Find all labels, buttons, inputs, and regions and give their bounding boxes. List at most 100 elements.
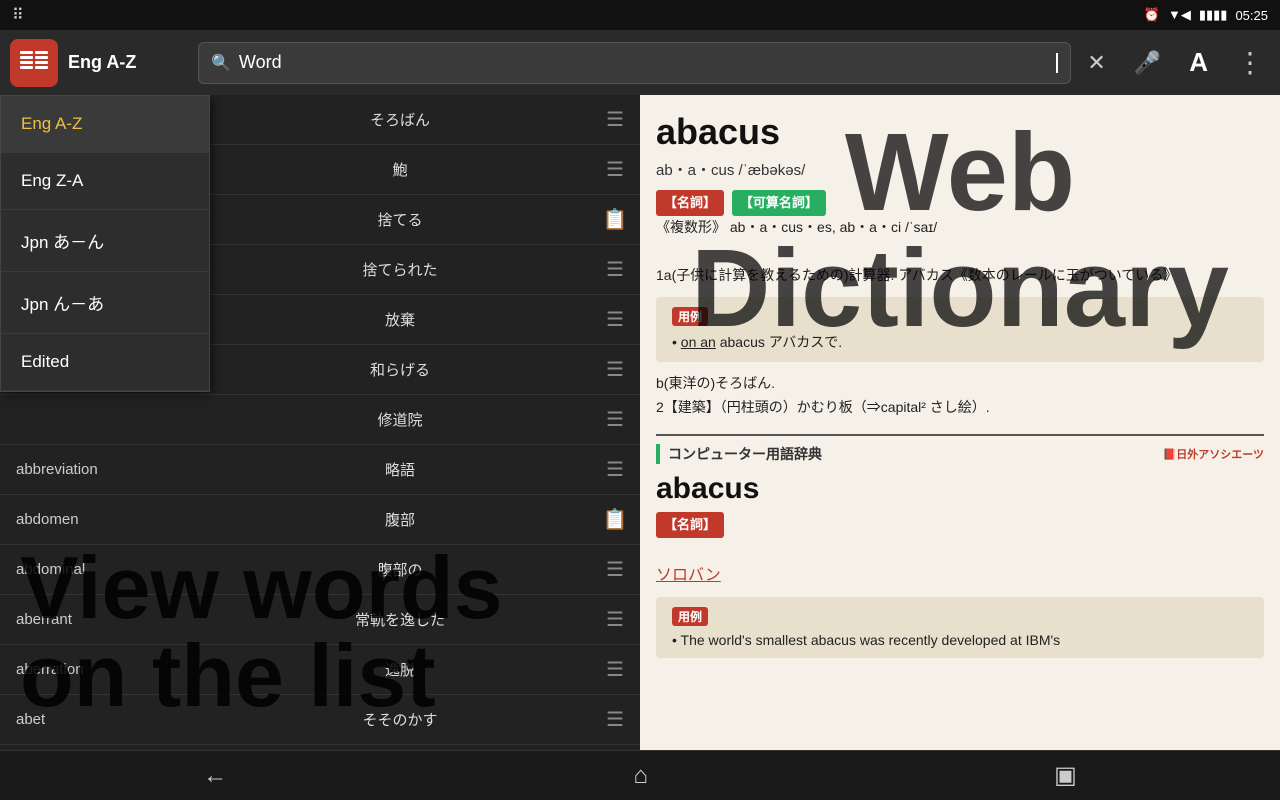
bookmark-icon: ☰ bbox=[606, 557, 624, 582]
word-bookmark[interactable]: ☰ bbox=[590, 457, 640, 482]
word-jp: 逸脱 bbox=[210, 651, 590, 688]
computer-dict-example: • The world's smallest abacus was recent… bbox=[672, 632, 1248, 648]
word-jp: 和らげる bbox=[210, 351, 590, 388]
sort-option-jpn-n-a[interactable]: Jpn ん－あ bbox=[1, 272, 209, 334]
word-bookmark[interactable]: 📋 bbox=[590, 507, 640, 532]
clear-search-button[interactable]: ✕ bbox=[1081, 44, 1111, 82]
recents-button[interactable]: ▣ bbox=[1024, 753, 1107, 798]
dict-example-link[interactable]: on an bbox=[681, 334, 716, 350]
more-options-button[interactable]: ⋮ bbox=[1230, 40, 1270, 85]
dict-pronunciation: ab・a・cus /ˈæbəkəs/ bbox=[656, 159, 1264, 180]
table-row[interactable]: aberration 逸脱 ☰ bbox=[0, 645, 640, 695]
table-row[interactable]: aberrant 常軌を逸した ☰ bbox=[0, 595, 640, 645]
main-content: Eng A-Z Eng Z-A Jpn あ－ん Jpn ん－あ Edited ◀… bbox=[0, 95, 1280, 750]
bookmark-icon: ☰ bbox=[606, 407, 624, 432]
computer-dict-example-box: 用例 • The world's smallest abacus was rec… bbox=[656, 597, 1264, 658]
table-row[interactable]: abet そそのかす ☰ bbox=[0, 695, 640, 745]
computer-dict-badge: 【名詞】 bbox=[656, 512, 724, 538]
dict-example-line: • on an abacus アバカスで. bbox=[672, 332, 1248, 352]
dict-badge-noun: 【名詞】 bbox=[656, 190, 724, 216]
top-bar: Eng A-Z 🔍 Word ✕ 🎤 A ⋮ bbox=[0, 30, 1280, 95]
bookmark-icon: ☰ bbox=[606, 457, 624, 482]
word-bookmark[interactable]: ☰ bbox=[590, 557, 640, 582]
bookmark-active-icon: 📋 bbox=[603, 507, 628, 532]
back-button[interactable]: ← bbox=[173, 754, 257, 798]
word-en: abet bbox=[0, 703, 210, 736]
sort-dropdown[interactable]: Eng A-Z Eng Z-A Jpn あ－ん Jpn ん－あ Edited bbox=[0, 95, 210, 392]
search-bar[interactable]: 🔍 Word bbox=[198, 42, 1071, 84]
font-size-button[interactable]: A bbox=[1183, 41, 1214, 84]
microphone-button[interactable]: 🎤 bbox=[1128, 44, 1167, 82]
word-en bbox=[0, 412, 210, 428]
dict-badge-countable: 【可算名詞】 bbox=[732, 190, 826, 216]
search-icon: 🔍 bbox=[211, 53, 231, 73]
dictionary-panel[interactable]: abacus ab・a・cus /ˈæbəkəs/ 【名詞】 【可算名詞】 《複… bbox=[640, 95, 1280, 750]
top-bar-actions: ✕ 🎤 A ⋮ bbox=[1081, 40, 1270, 85]
home-button[interactable]: ⌂ bbox=[603, 754, 678, 798]
sort-option-eng-za[interactable]: Eng Z-A bbox=[1, 153, 209, 210]
search-cursor bbox=[1056, 53, 1058, 73]
word-bookmark[interactable]: 📋 bbox=[590, 207, 640, 232]
table-row[interactable]: abbreviation 略語 ☰ bbox=[0, 445, 640, 495]
word-jp: 腹部の bbox=[210, 551, 590, 588]
section-title: コンピューター用語辞典 bbox=[656, 444, 822, 464]
status-bar: ⠿ ⏰ ▼◀ ▮▮▮▮ 05:25 bbox=[0, 0, 1280, 30]
computer-dict-content: 【名詞】 ソロバン bbox=[656, 512, 1264, 589]
word-en: aberrant bbox=[0, 603, 210, 636]
word-jp: 常軌を逸した bbox=[210, 601, 590, 638]
bookmark-icon: ☰ bbox=[606, 607, 624, 632]
word-jp: そそのかす bbox=[210, 701, 590, 738]
dict-word-title: abacus bbox=[656, 111, 1264, 153]
word-jp: 腹部 bbox=[210, 501, 590, 538]
sort-option-edited[interactable]: Edited bbox=[1, 334, 209, 391]
word-bookmark[interactable]: ☰ bbox=[590, 107, 640, 132]
computer-dict-example-badge: 用例 bbox=[672, 607, 708, 626]
bookmark-icon: ☰ bbox=[606, 107, 624, 132]
dict-def2b: b(東洋の)そろばん. bbox=[656, 372, 1264, 396]
word-bookmark[interactable]: ☰ bbox=[590, 407, 640, 432]
word-jp: 放棄 bbox=[210, 301, 590, 338]
bookmark-icon: ☰ bbox=[606, 657, 624, 682]
dict-example-word: abacus bbox=[720, 334, 765, 350]
dict-content: 【名詞】 【可算名詞】 《複数形》 ab・a・cus・es, ab・a・ci /… bbox=[656, 190, 1264, 287]
bookmark-icon: ☰ bbox=[606, 357, 624, 382]
word-bookmark[interactable]: ☰ bbox=[590, 257, 640, 282]
sort-label[interactable]: Eng A-Z bbox=[68, 52, 188, 73]
dict-example-jp[interactable]: アバカスで. bbox=[769, 334, 842, 350]
word-jp: 略語 bbox=[210, 451, 590, 488]
section-header: コンピューター用語辞典 📕日外アソシエーツ bbox=[656, 444, 1264, 464]
word-bookmark[interactable]: ☰ bbox=[590, 657, 640, 682]
word-en: abbreviation bbox=[0, 453, 210, 486]
search-text: Word bbox=[239, 52, 1048, 73]
bookmark-icon: ☰ bbox=[606, 307, 624, 332]
grid-icon: ⠿ bbox=[12, 5, 23, 25]
table-row[interactable]: 修道院 ☰ bbox=[0, 395, 640, 445]
table-row[interactable]: abdominal 腹部の ☰ bbox=[0, 545, 640, 595]
computer-dict-word: abacus bbox=[656, 472, 1264, 506]
word-jp: 鮑 bbox=[210, 151, 590, 188]
table-row[interactable]: abdomen 腹部 📋 bbox=[0, 495, 640, 545]
word-list-panel: Eng A-Z Eng Z-A Jpn あ－ん Jpn ん－あ Edited ◀… bbox=[0, 95, 640, 750]
word-bookmark[interactable]: ☰ bbox=[590, 357, 640, 382]
word-jp: そろばん bbox=[210, 101, 590, 138]
word-bookmark[interactable]: ☰ bbox=[590, 307, 640, 332]
computer-dict-jp-link[interactable]: ソロバン bbox=[656, 567, 721, 584]
sort-option-eng-az[interactable]: Eng A-Z bbox=[1, 96, 209, 153]
bottom-nav: ← ⌂ ▣ bbox=[0, 750, 1280, 800]
word-jp: 捨てる bbox=[210, 201, 590, 238]
time-display: 05:25 bbox=[1235, 8, 1268, 23]
word-en: aberration bbox=[0, 653, 210, 686]
bookmark-active-icon: 📋 bbox=[603, 207, 628, 232]
status-left: ⠿ bbox=[12, 5, 23, 25]
word-bookmark[interactable]: ☰ bbox=[590, 157, 640, 182]
alarm-icon: ⏰ bbox=[1144, 7, 1160, 23]
word-bookmark[interactable]: ☰ bbox=[590, 707, 640, 732]
word-en: abdomen bbox=[0, 503, 210, 536]
bookmark-icon: ☰ bbox=[606, 257, 624, 282]
bookmark-icon: ☰ bbox=[606, 157, 624, 182]
app-icon bbox=[10, 39, 58, 87]
bookmark-icon: ☰ bbox=[606, 707, 624, 732]
sort-option-jpn-a-n[interactable]: Jpn あ－ん bbox=[1, 210, 209, 272]
battery-icon: ▮▮▮▮ bbox=[1199, 7, 1228, 23]
word-bookmark[interactable]: ☰ bbox=[590, 607, 640, 632]
